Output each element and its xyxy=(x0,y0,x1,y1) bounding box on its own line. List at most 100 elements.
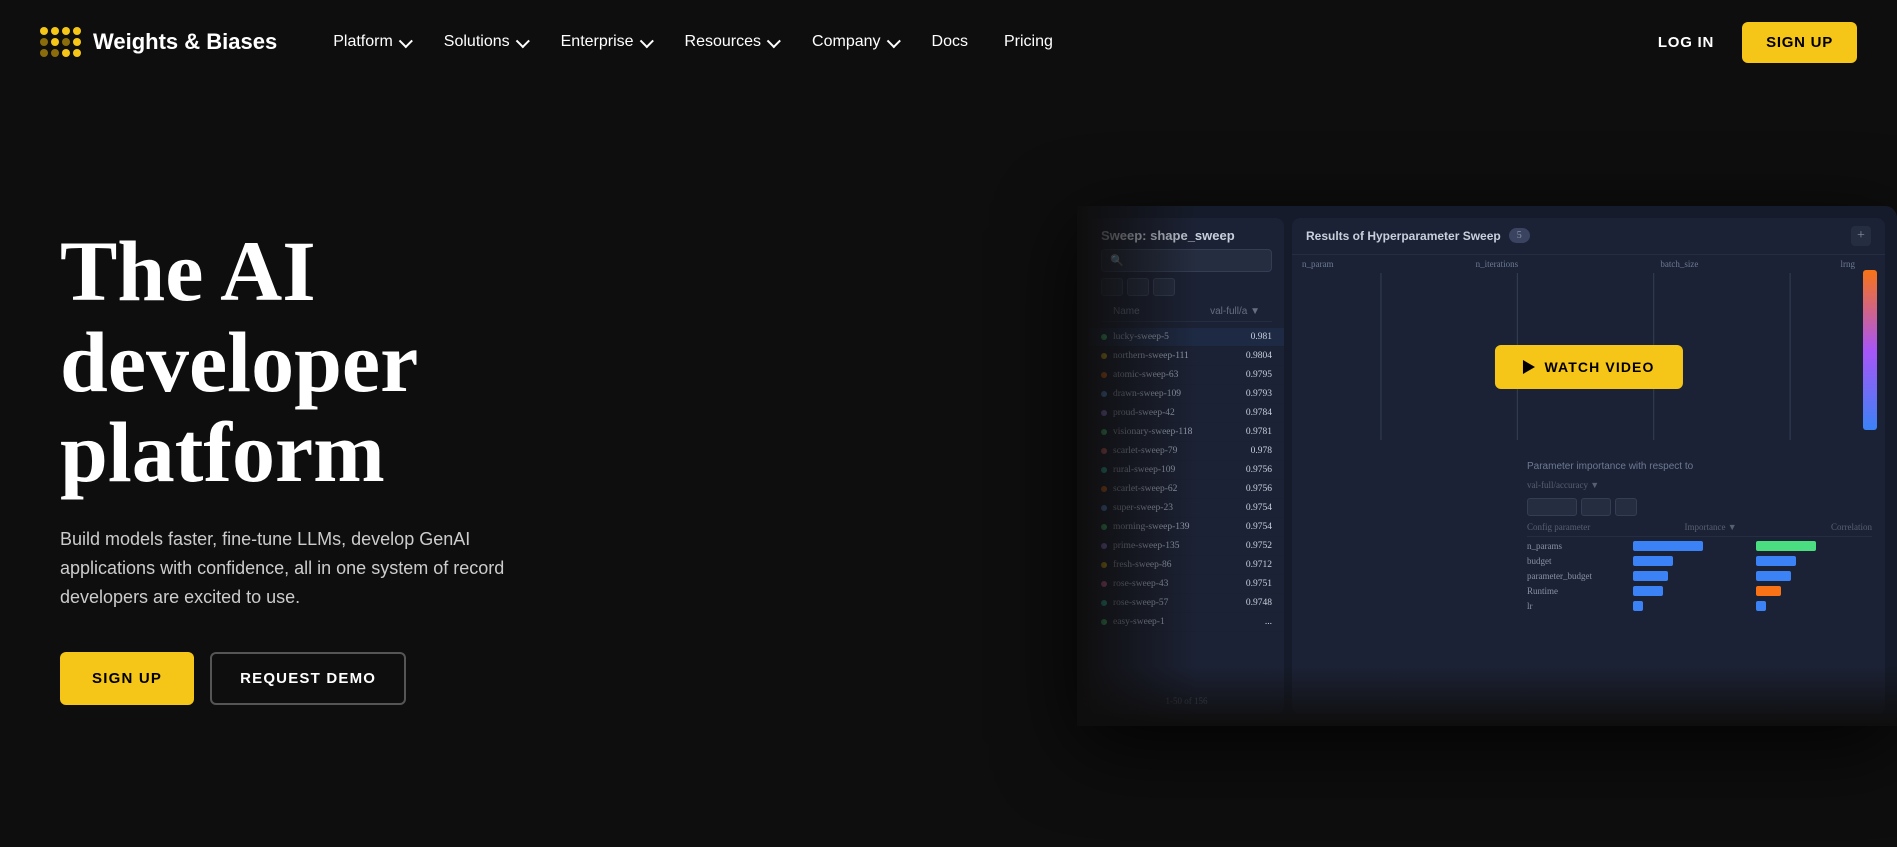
row-val: 0.9712 xyxy=(1246,560,1272,570)
logo-dot xyxy=(40,49,48,57)
navigation: Weights & Biases Platform Solutions Ente… xyxy=(0,0,1897,84)
importance-bar-fill xyxy=(1633,601,1643,611)
logo-link[interactable]: Weights & Biases xyxy=(40,27,277,57)
correlation-bar-fill xyxy=(1756,571,1791,581)
param-name: parameter_budget xyxy=(1527,571,1627,581)
hero-demo-button[interactable]: REQUEST DEMO xyxy=(210,652,406,705)
hero-section: The AI developer platform Build models f… xyxy=(0,84,1897,847)
logo-dot xyxy=(40,27,48,35)
dashboard-inner: Sweep: shape_sweep 🔍 Name val-full/a ▼ xyxy=(1077,206,1897,726)
row-val: 0.9756 xyxy=(1246,465,1272,475)
param-toolbar-btn[interactable] xyxy=(1615,498,1637,516)
axis-label: lrng xyxy=(1841,259,1856,269)
panel-title-row: Results of Hyperparameter Sweep 5 xyxy=(1306,228,1530,243)
importance-bar xyxy=(1633,541,1750,551)
chevron-down-icon xyxy=(886,39,896,45)
row-val: 0.9795 xyxy=(1246,370,1272,380)
correlation-bar xyxy=(1756,541,1873,551)
importance-bar xyxy=(1633,601,1750,611)
nav-item-resources[interactable]: Resources xyxy=(669,25,792,59)
login-button[interactable]: LOG IN xyxy=(1646,26,1726,59)
col-val: val-full/a ▼ xyxy=(1210,306,1260,317)
logo-dot xyxy=(51,49,59,57)
hero-buttons: SIGN UP REQUEST DEMO xyxy=(60,652,640,705)
chevron-down-icon xyxy=(766,39,776,45)
nav-resources-label: Resources xyxy=(685,33,761,51)
hero-gradient-overlay xyxy=(1077,206,1197,726)
correlation-bar-fill xyxy=(1756,586,1781,596)
nav-item-company[interactable]: Company xyxy=(796,25,911,59)
chevron-down-icon xyxy=(639,39,649,45)
param-col-headers: Config parameter Importance ▼ Correlatio… xyxy=(1527,522,1872,537)
logo-dot xyxy=(73,38,81,46)
nav-pricing-label: Pricing xyxy=(1004,33,1053,51)
signup-nav-button[interactable]: SIGN UP xyxy=(1742,22,1857,63)
correlation-bar-fill xyxy=(1756,556,1796,566)
nav-right: LOG IN SIGN UP xyxy=(1646,22,1857,63)
param-name: n_params xyxy=(1527,541,1627,551)
col-importance: Importance ▼ xyxy=(1685,522,1737,532)
nav-item-platform[interactable]: Platform xyxy=(317,25,424,59)
correlation-bar xyxy=(1756,571,1873,581)
param-row: n_params xyxy=(1527,541,1872,551)
logo-dot xyxy=(40,38,48,46)
param-toolbar-btn[interactable] xyxy=(1581,498,1611,516)
row-val: 0.9752 xyxy=(1246,541,1272,551)
panel-header: Results of Hyperparameter Sweep 5 + xyxy=(1292,218,1885,255)
importance-bar-fill xyxy=(1633,541,1703,551)
param-importance-title: Parameter importance with respect to xyxy=(1527,461,1872,472)
nav-company-label: Company xyxy=(812,33,880,51)
param-importance-subtitle: val-full/accuracy ▼ xyxy=(1527,480,1872,490)
nav-item-pricing[interactable]: Pricing xyxy=(988,25,1069,59)
col-correlation: Correlation xyxy=(1831,522,1872,532)
hero-dashboard: Sweep: shape_sweep 🔍 Name val-full/a ▼ xyxy=(1077,206,1897,726)
dashboard-container: Sweep: shape_sweep 🔍 Name val-full/a ▼ xyxy=(1077,206,1897,726)
hyperparameter-panel: Results of Hyperparameter Sweep 5 + n_pa… xyxy=(1292,218,1885,714)
row-val: 0.9756 xyxy=(1246,484,1272,494)
chevron-down-icon xyxy=(398,39,408,45)
watch-video-button[interactable]: WATCH VIDEO xyxy=(1494,345,1682,389)
row-val: 0.9754 xyxy=(1246,522,1272,532)
logo-dot xyxy=(73,49,81,57)
add-panel-button[interactable]: + xyxy=(1851,226,1871,246)
nav-docs-label: Docs xyxy=(932,33,968,51)
axis-label: batch_size xyxy=(1660,259,1698,269)
row-val: 0.9781 xyxy=(1246,427,1272,437)
importance-bar xyxy=(1633,571,1750,581)
col-config: Config parameter xyxy=(1527,522,1590,532)
row-val: 0.9784 xyxy=(1246,408,1272,418)
hero-description: Build models faster, fine-tune LLMs, dev… xyxy=(60,525,540,611)
logo-dot xyxy=(62,38,70,46)
hero-signup-button[interactable]: SIGN UP xyxy=(60,652,194,705)
row-val: 0.9793 xyxy=(1246,389,1272,399)
nav-item-docs[interactable]: Docs xyxy=(916,25,984,59)
param-toolbar-btn[interactable] xyxy=(1527,498,1577,516)
axis-label: n_iterations xyxy=(1476,259,1519,269)
nav-links: Platform Solutions Enterprise Resources … xyxy=(317,25,1646,59)
panel-title: Results of Hyperparameter Sweep xyxy=(1306,229,1501,243)
importance-bar-fill xyxy=(1633,586,1663,596)
param-name: budget xyxy=(1527,556,1627,566)
importance-bar xyxy=(1633,586,1750,596)
param-row: Runtime xyxy=(1527,586,1872,596)
hero-left: The AI developer platform Build models f… xyxy=(60,226,640,704)
param-toolbar xyxy=(1527,498,1872,516)
row-val: ... xyxy=(1265,617,1272,627)
logo-dot xyxy=(62,49,70,57)
logo-dot xyxy=(62,27,70,35)
param-name: lr xyxy=(1527,601,1627,611)
logo-dot xyxy=(73,27,81,35)
chevron-down-icon xyxy=(515,39,525,45)
play-icon xyxy=(1522,360,1534,374)
param-name: Runtime xyxy=(1527,586,1627,596)
nav-item-enterprise[interactable]: Enterprise xyxy=(545,25,665,59)
row-val: 0.9748 xyxy=(1246,598,1272,608)
logo-dot xyxy=(51,27,59,35)
hero-title: The AI developer platform xyxy=(60,226,640,497)
correlation-bar-fill xyxy=(1756,541,1816,551)
param-importance-panel: Parameter importance with respect to val… xyxy=(1515,451,1884,683)
watch-video-label: WATCH VIDEO xyxy=(1544,359,1654,375)
nav-solutions-label: Solutions xyxy=(444,33,510,51)
nav-enterprise-label: Enterprise xyxy=(561,33,634,51)
nav-item-solutions[interactable]: Solutions xyxy=(428,25,541,59)
